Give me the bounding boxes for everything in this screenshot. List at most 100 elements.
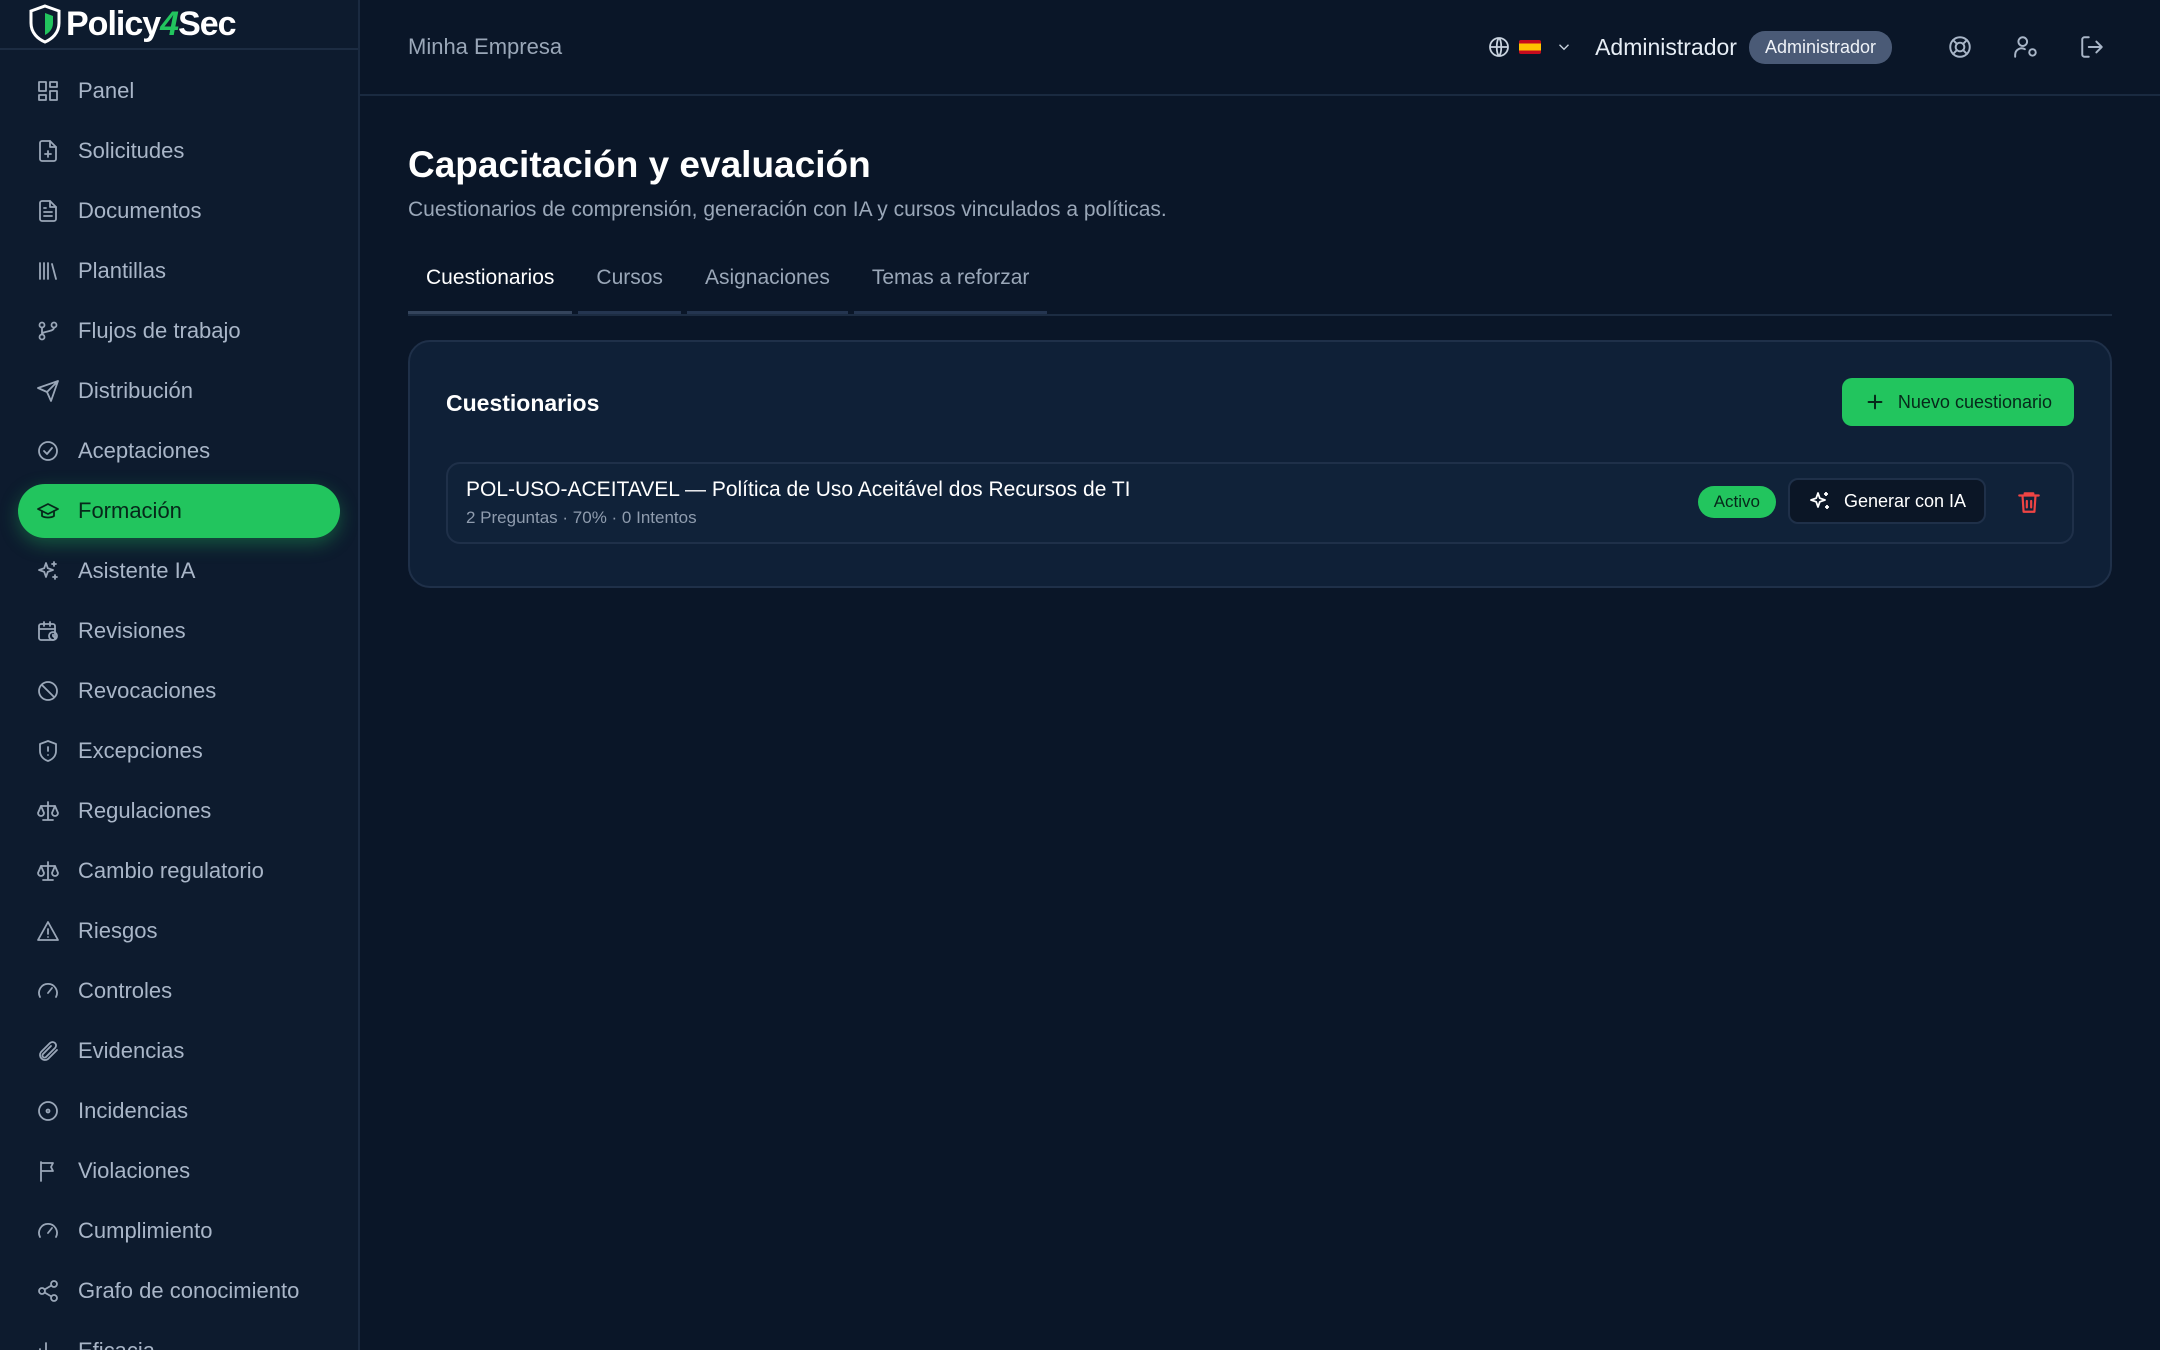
help-button[interactable]: [1940, 27, 1980, 67]
sidebar-item-label: Asistente IA: [78, 558, 196, 583]
send-icon: [36, 379, 60, 403]
sidebar-item-documentos[interactable]: Documentos: [18, 184, 340, 238]
sidebar-item-asistente-ia[interactable]: Asistente IA: [18, 544, 340, 598]
sidebar-item-label: Plantillas: [78, 258, 167, 283]
sidebar-item-grafo[interactable]: Grafo de conocimiento: [18, 1264, 340, 1318]
sidebar-item-solicitudes[interactable]: Solicitudes: [18, 124, 340, 178]
library-icon: [36, 259, 60, 283]
calendar-clock-icon: [36, 619, 60, 643]
sidebar-item-plantillas[interactable]: Plantillas: [18, 244, 340, 298]
company-name: Minha Empresa: [408, 34, 563, 59]
globe-icon: [1489, 37, 1509, 57]
graduation-cap-icon: [36, 499, 60, 523]
sidebar-item-label: Violaciones: [78, 1158, 191, 1183]
sidebar-item-flujos[interactable]: Flujos de trabajo: [18, 304, 340, 358]
sidebar-item-cambio-regulatorio[interactable]: Cambio regulatorio: [18, 844, 340, 898]
sidebar-item-label: Regulaciones: [78, 798, 212, 823]
sidebar-item-label: Eficacia: [78, 1338, 155, 1350]
sidebar-item-panel[interactable]: Panel: [18, 64, 340, 118]
gauge-icon: [36, 1219, 60, 1243]
status-badge: Activo: [1697, 486, 1776, 518]
sidebar-item-riesgos[interactable]: Riesgos: [18, 904, 340, 958]
sidebar-item-label: Documentos: [78, 198, 202, 223]
sidebar-item-label: Panel: [78, 78, 135, 103]
sidebar-item-violaciones[interactable]: Violaciones: [18, 1144, 340, 1198]
sidebar-item-label: Grafo de conocimiento: [78, 1278, 300, 1303]
sidebar-item-formacion[interactable]: Formación: [18, 484, 340, 538]
sidebar: Policy4Sec Panel Solicitudes Documentos …: [0, 0, 360, 1350]
sidebar-item-distribucion[interactable]: Distribución: [18, 364, 340, 418]
scale-icon: [36, 799, 60, 823]
sidebar-item-label: Riesgos: [78, 918, 158, 943]
user-name: Administrador: [1595, 33, 1737, 60]
new-quiz-button[interactable]: Nuevo cuestionario: [1841, 378, 2074, 426]
new-quiz-label: Nuevo cuestionario: [1897, 391, 2052, 412]
user-cog-icon: [2014, 36, 2037, 58]
sidebar-item-revisiones[interactable]: Revisiones: [18, 604, 340, 658]
tab-bar: Cuestionarios Cursos Asignaciones Temas …: [408, 260, 2112, 316]
sidebar-nav: Panel Solicitudes Documentos Plantillas …: [0, 50, 358, 1350]
spain-flag-icon: [1519, 40, 1542, 54]
quiz-name: POL-USO-ACEITAVEL — Política de Uso Acei…: [466, 478, 1131, 501]
delete-quiz-button[interactable]: [2014, 488, 2044, 518]
sidebar-item-revocaciones[interactable]: Revocaciones: [18, 664, 340, 718]
brand-logo[interactable]: Policy4Sec: [0, 0, 358, 50]
sidebar-item-label: Distribución: [78, 378, 193, 403]
tab-cuestionarios[interactable]: Cuestionarios: [408, 260, 573, 314]
sidebar-item-aceptaciones[interactable]: Aceptaciones: [18, 424, 340, 478]
life-buoy-icon: [1949, 36, 1971, 58]
user-settings-button[interactable]: [2006, 27, 2046, 67]
tab-cursos[interactable]: Cursos: [578, 260, 681, 314]
plus-icon: [1867, 394, 1883, 410]
circle-dot-icon: [36, 1099, 60, 1123]
sidebar-item-cumplimiento[interactable]: Cumplimiento: [18, 1204, 340, 1258]
file-plus-icon: [36, 139, 60, 163]
role-badge: Administrador: [1748, 30, 1892, 64]
page-subtitle: Cuestionarios de comprensión, generación…: [408, 198, 1167, 221]
flag-icon: [36, 1159, 60, 1183]
sidebar-item-label: Solicitudes: [78, 138, 185, 163]
shield-alert-icon: [36, 739, 60, 763]
sidebar-item-label: Cumplimiento: [78, 1218, 213, 1243]
tab-asignaciones[interactable]: Asignaciones: [686, 260, 848, 314]
scale-icon: [36, 859, 60, 883]
sidebar-item-incidencias[interactable]: Incidencias: [18, 1084, 340, 1138]
topbar: Minha Empresa Administrador Administrado…: [360, 0, 2160, 96]
dashboard-icon: [36, 79, 60, 103]
language-selector[interactable]: [1487, 35, 1573, 59]
log-out-icon: [2081, 36, 2103, 58]
main-content: Capacitación y evaluación Cuestionarios …: [408, 94, 2112, 588]
sidebar-item-label: Revisiones: [78, 618, 186, 643]
sidebar-item-eficacia[interactable]: Eficacia: [18, 1324, 340, 1350]
sidebar-item-evidencias[interactable]: Evidencias: [18, 1024, 340, 1078]
tab-temas-reforzar[interactable]: Temas a reforzar: [853, 260, 1048, 314]
card-title: Cuestionarios: [446, 390, 600, 416]
sidebar-item-label: Flujos de trabajo: [78, 318, 241, 343]
chevron-down-icon: [1559, 44, 1570, 51]
sidebar-item-label: Incidencias: [78, 1098, 189, 1123]
page-title: Capacitación y evaluación: [408, 144, 871, 185]
sparkles-icon: [36, 559, 60, 583]
sparkles-icon: [1810, 492, 1829, 509]
sidebar-item-label: Controles: [78, 978, 173, 1003]
generate-ai-button[interactable]: Generar con IA: [1787, 478, 1986, 524]
sidebar-item-label: Evidencias: [78, 1038, 185, 1063]
brand-name: Policy4Sec: [66, 4, 237, 43]
chart-icon: [36, 1339, 60, 1350]
sidebar-item-label: Cambio regulatorio: [78, 858, 264, 883]
sidebar-item-label: Revocaciones: [78, 678, 217, 703]
quiz-meta: 2 Preguntas · 70% · 0 Intentos: [466, 508, 697, 527]
topbar-actions: Administrador Administrador: [1487, 22, 2112, 72]
sidebar-item-label: Formación: [78, 498, 182, 523]
trash-icon: [2018, 491, 2040, 513]
sidebar-item-excepciones[interactable]: Excepciones: [18, 724, 340, 778]
quizzes-card: Cuestionarios Nuevo cuestionario POL-USO…: [408, 340, 2112, 588]
logout-button[interactable]: [2072, 27, 2112, 67]
sidebar-item-controles[interactable]: Controles: [18, 964, 340, 1018]
paperclip-icon: [36, 1039, 60, 1063]
gauge-icon: [36, 979, 60, 1003]
sidebar-item-regulaciones[interactable]: Regulaciones: [18, 784, 340, 838]
list-item[interactable]: POL-USO-ACEITAVEL — Política de Uso Acei…: [446, 462, 2074, 544]
shield-logo-icon: [29, 4, 61, 44]
share-icon: [36, 1279, 60, 1303]
